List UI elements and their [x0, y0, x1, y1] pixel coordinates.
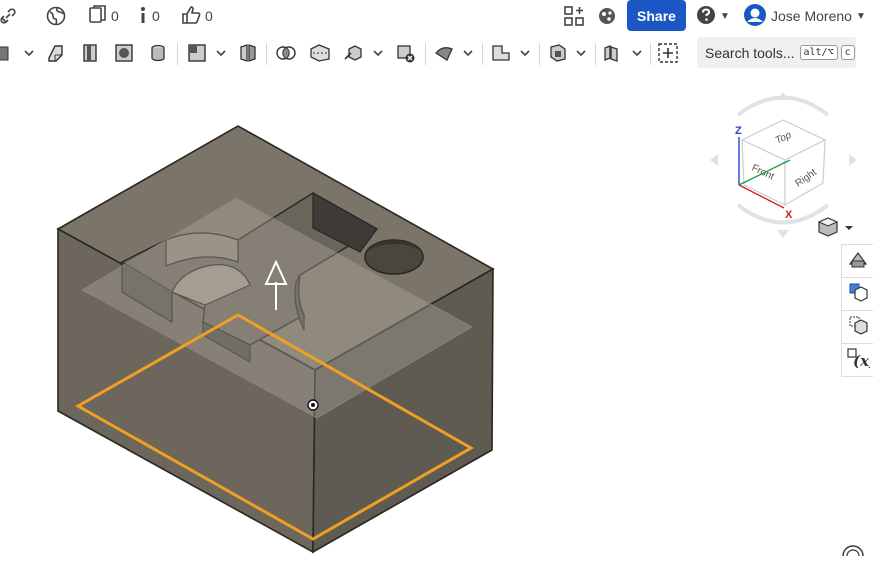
graphics-viewport[interactable]: Top Front Right Z X: [0, 72, 873, 558]
appearance-panel-button[interactable]: [841, 244, 873, 278]
svg-text:(x): (x): [853, 352, 870, 369]
like-icon: [181, 5, 201, 28]
chevron-down-icon[interactable]: [23, 46, 35, 60]
transform-icon[interactable]: [342, 41, 366, 65]
named-views-button[interactable]: [841, 310, 873, 344]
likes-count: 0: [205, 8, 213, 24]
render-mode-icon[interactable]: [817, 217, 853, 237]
chevron-down-icon[interactable]: [372, 46, 384, 60]
view-cube-icon[interactable]: Top Front Right Z X: [710, 92, 857, 238]
fillet-icon[interactable]: [112, 41, 136, 65]
toolbar-divider: [595, 43, 596, 65]
shell-icon[interactable]: [185, 41, 209, 65]
compass-icon[interactable]: [842, 545, 864, 557]
chevron-down-icon[interactable]: [462, 46, 474, 60]
hole-icon[interactable]: [146, 41, 170, 65]
variables-icon: (x): [846, 347, 873, 374]
info-button[interactable]: 0: [138, 3, 160, 29]
revolve-icon[interactable]: [78, 41, 102, 65]
variables-button[interactable]: (x): [841, 343, 873, 377]
axis-label-z: Z: [735, 125, 742, 137]
section-view-icon: [847, 281, 869, 308]
delete-part-icon[interactable]: [394, 41, 418, 65]
boolean-icon[interactable]: [274, 41, 298, 65]
chevron-down-icon: ▼: [855, 10, 866, 22]
toolbar-divider: [425, 43, 426, 65]
extrude-icon[interactable]: [44, 41, 68, 65]
chevron-down-icon[interactable]: [631, 46, 643, 60]
toolbar-divider: [650, 43, 651, 65]
info-count: 0: [152, 8, 160, 24]
share-button[interactable]: Share: [627, 0, 686, 31]
link-icon[interactable]: [0, 3, 16, 29]
mate-connector-icon[interactable]: [546, 41, 570, 65]
toolbar-divider: [539, 43, 540, 65]
origin-marker-icon: [307, 399, 319, 411]
info-icon: [138, 5, 148, 28]
user-avatar-icon: [743, 3, 767, 30]
toolbar-divider: [177, 43, 178, 65]
search-tools-label: Search tools...: [705, 44, 795, 61]
help-menu[interactable]: ▼: [696, 3, 730, 29]
copies-icon: [89, 4, 107, 28]
axis-label-x: X: [785, 209, 793, 221]
shortcut-key: c: [840, 45, 855, 60]
split-icon[interactable]: [308, 41, 332, 65]
like-button[interactable]: 0: [181, 3, 213, 29]
search-tools-input[interactable]: Search tools... alt/⌥ c: [697, 37, 856, 68]
learning-icon[interactable]: [597, 3, 617, 29]
copies-button[interactable]: 0: [89, 3, 119, 29]
plane-icon[interactable]: [489, 41, 513, 65]
sheet-metal-icon[interactable]: [432, 41, 456, 65]
sketch-icon[interactable]: [0, 41, 16, 65]
chevron-down-icon[interactable]: [519, 46, 531, 60]
user-name: Jose Moreno: [771, 8, 852, 24]
pattern-icon[interactable]: [601, 41, 625, 65]
copies-count: 0: [111, 8, 119, 24]
chevron-down-icon[interactable]: [575, 46, 587, 60]
app-store-icon[interactable]: [564, 3, 584, 29]
section-view-button[interactable]: [841, 277, 873, 311]
user-menu[interactable]: Jose Moreno ▼: [743, 3, 866, 29]
named-views-icon: [847, 314, 869, 341]
model-canvas[interactable]: Top Front Right Z X: [0, 72, 873, 558]
toolbar-divider: [266, 43, 267, 65]
draft-icon[interactable]: [236, 41, 260, 65]
chevron-down-icon[interactable]: [215, 46, 227, 60]
appearance-icon: [847, 249, 869, 274]
toolbar-divider: [482, 43, 483, 65]
shortcut-key: alt/⌥: [799, 45, 838, 60]
chevron-down-icon: ▼: [720, 10, 730, 22]
top-bar: 0 0 0 Share ▼ Jose Moreno ▼: [0, 0, 873, 34]
globe-icon[interactable]: [46, 3, 66, 29]
help-icon: [696, 5, 716, 28]
add-custom-feature-icon[interactable]: [656, 41, 680, 65]
